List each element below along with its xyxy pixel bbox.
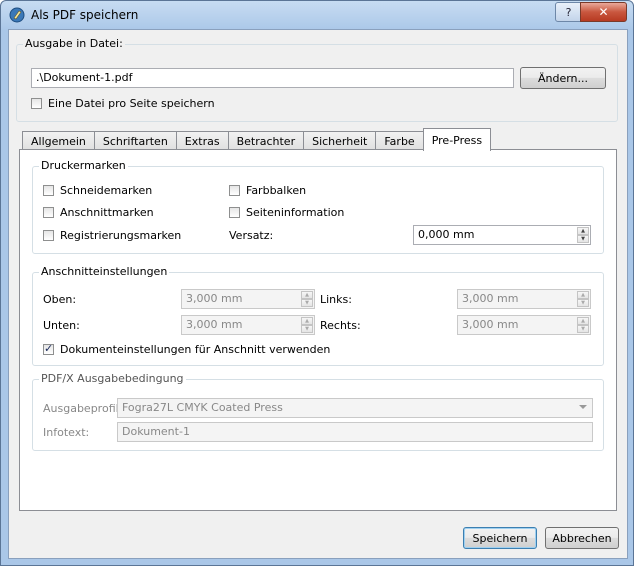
one-file-per-page-box[interactable] <box>31 98 42 109</box>
close-button[interactable]: ✕ <box>580 2 627 22</box>
bleed-bottom-label: Unten: <box>43 319 80 332</box>
chevron-down-icon[interactable] <box>579 405 587 409</box>
tab-pre-press[interactable]: Pre-Press <box>422 128 492 151</box>
bleed-top-label: Oben: <box>43 293 77 306</box>
window-title: Als PDF speichern <box>31 8 139 22</box>
spin-down-icon[interactable]: ▼ <box>577 325 589 333</box>
color-bars-label: Farbbalken <box>246 184 307 197</box>
info-text-label: Infotext: <box>43 426 90 439</box>
tab-betrachter[interactable]: Betrachter <box>227 131 305 151</box>
info-text-input[interactable]: Dokument-1 <box>117 422 593 442</box>
bleed-marks-box[interactable] <box>43 207 54 218</box>
bleed-settings-group: Anschnitteinstellungen Oben: 3,000 mm ▲ ▼… <box>32 265 604 366</box>
printer-marks-group: Druckermarken Schneidemarken Anschnittma… <box>32 159 604 254</box>
cancel-button[interactable]: Abbrechen <box>545 527 619 549</box>
bleed-top-input[interactable]: 3,000 mm ▲ ▼ <box>181 289 315 309</box>
pre-press-panel: Druckermarken Schneidemarken Anschnittma… <box>19 149 617 511</box>
color-bars-box[interactable] <box>229 185 240 196</box>
spin-down-icon[interactable]: ▼ <box>301 299 313 307</box>
printer-marks-title: Druckermarken <box>39 159 128 172</box>
use-doc-bleed-label: Dokumenteinstellungen für Anschnitt verw… <box>60 343 331 356</box>
page-info-box[interactable] <box>229 207 240 218</box>
offset-input[interactable]: 0,000 mm ▲ ▼ <box>413 225 591 245</box>
change-button[interactable]: Ändern... <box>520 67 606 89</box>
spin-up-icon[interactable]: ▲ <box>577 291 589 299</box>
bleed-right-input[interactable]: 3,000 mm ▲ ▼ <box>457 315 591 335</box>
bleed-left-value: 3,000 mm <box>462 292 519 305</box>
output-group: Ausgabe in Datei: .\Dokument-1.pdf Änder… <box>16 37 618 122</box>
crop-marks-checkbox[interactable]: Schneidemarken <box>43 184 152 197</box>
registration-marks-label: Registrierungsmarken <box>60 229 182 242</box>
file-path-input[interactable]: .\Dokument-1.pdf <box>31 68 514 88</box>
tab-allgemein[interactable]: Allgemein <box>22 131 95 151</box>
registration-marks-checkbox[interactable]: Registrierungsmarken <box>43 229 181 242</box>
bleed-top-spinner[interactable]: ▲ ▼ <box>301 291 313 307</box>
tab-extras[interactable]: Extras <box>175 131 229 151</box>
output-profile-value: Fogra27L CMYK Coated Press <box>122 401 283 414</box>
offset-value: 0,000 mm <box>418 228 475 241</box>
output-profile-select[interactable]: Fogra27L CMYK Coated Press <box>117 398 593 418</box>
output-profile-label: Ausgabeprofil: <box>43 402 123 415</box>
pdfx-group: PDF/X Ausgabebedingung Ausgabeprofil: Fo… <box>32 372 604 451</box>
spin-down-icon[interactable]: ▼ <box>577 235 589 243</box>
tab-sicherheit[interactable]: Sicherheit <box>303 131 377 151</box>
bleed-bottom-input[interactable]: 3,000 mm ▲ ▼ <box>181 315 315 335</box>
spin-up-icon[interactable]: ▲ <box>577 227 589 235</box>
crop-marks-label: Schneidemarken <box>60 184 153 197</box>
one-file-per-page-label: Eine Datei pro Seite speichern <box>48 97 215 110</box>
spin-up-icon[interactable]: ▲ <box>577 317 589 325</box>
dialog-client: Ausgabe in Datei: .\Dokument-1.pdf Änder… <box>8 29 628 559</box>
registration-marks-box[interactable] <box>43 230 54 241</box>
use-doc-bleed-box[interactable] <box>43 342 54 355</box>
spin-up-icon[interactable]: ▲ <box>301 291 313 299</box>
save-button[interactable]: Speichern <box>463 527 537 549</box>
bleed-marks-checkbox[interactable]: Anschnittmarken <box>43 206 154 219</box>
bleed-right-value: 3,000 mm <box>462 318 519 331</box>
bleed-right-spinner[interactable]: ▲ ▼ <box>577 317 589 333</box>
title-bar[interactable]: Als PDF speichern ? ✕ <box>1 1 633 29</box>
bleed-left-input[interactable]: 3,000 mm ▲ ▼ <box>457 289 591 309</box>
spin-up-icon[interactable]: ▲ <box>301 317 313 325</box>
offset-spinner[interactable]: ▲ ▼ <box>577 227 589 243</box>
bleed-marks-label: Anschnittmarken <box>60 206 154 219</box>
tab-schriftarten[interactable]: Schriftarten <box>93 131 177 151</box>
dialog-window: Als PDF speichern ? ✕ Ausgabe in Datei: … <box>0 0 634 566</box>
bleed-bottom-value: 3,000 mm <box>186 318 243 331</box>
color-bars-checkbox[interactable]: Farbbalken <box>229 184 306 197</box>
pdfx-title: PDF/X Ausgabebedingung <box>39 372 186 385</box>
crop-marks-box[interactable] <box>43 185 54 196</box>
page-info-label: Seiteninformation <box>246 206 345 219</box>
help-button[interactable]: ? <box>555 2 582 22</box>
bleed-top-value: 3,000 mm <box>186 292 243 305</box>
use-doc-bleed-checkbox[interactable]: Dokumenteinstellungen für Anschnitt verw… <box>43 342 331 356</box>
bleed-left-label: Links: <box>320 293 352 306</box>
page-info-checkbox[interactable]: Seiteninformation <box>229 206 344 219</box>
tab-farbe[interactable]: Farbe <box>375 131 424 151</box>
bleed-right-label: Rechts: <box>320 319 361 332</box>
bleed-left-spinner[interactable]: ▲ ▼ <box>577 291 589 307</box>
bleed-bottom-spinner[interactable]: ▲ ▼ <box>301 317 313 333</box>
offset-label: Versatz: <box>229 229 274 242</box>
bleed-settings-title: Anschnitteinstellungen <box>39 265 170 278</box>
spin-down-icon[interactable]: ▼ <box>577 299 589 307</box>
one-file-per-page-checkbox[interactable]: Eine Datei pro Seite speichern <box>31 97 215 110</box>
output-group-title: Ausgabe in Datei: <box>23 37 125 50</box>
app-icon <box>9 7 25 23</box>
tab-bar: Allgemein Schriftarten Extras Betrachter… <box>22 128 492 151</box>
spin-down-icon[interactable]: ▼ <box>301 325 313 333</box>
